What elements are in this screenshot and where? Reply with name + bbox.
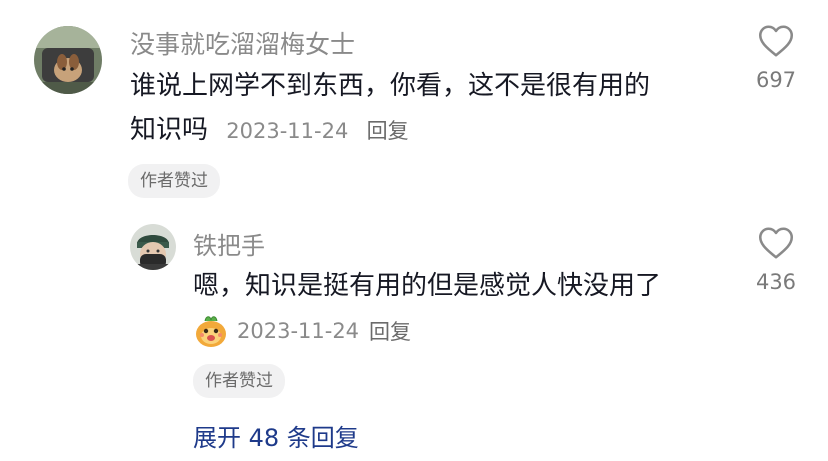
mascot-emoji-icon — [196, 316, 226, 347]
reply-button[interactable]: 回复 — [367, 119, 409, 143]
author-liked-badge: 作者赞过 — [128, 164, 220, 198]
reply-meta: 2023-11-24 回复 — [193, 313, 411, 349]
reply-avatar[interactable] — [130, 224, 176, 270]
comment-text-line: 谁说上网学不到东西，你看，这不是很有用的 — [130, 71, 651, 101]
avatar-image — [34, 26, 102, 94]
comment-text-line: 知识吗 2023-11-24 回复 — [130, 108, 650, 153]
expand-replies-button[interactable]: 展开 48 条回复 — [193, 418, 359, 453]
reply-button[interactable]: 回复 — [369, 316, 411, 346]
like-count: 697 — [755, 68, 797, 92]
avatar-image — [130, 224, 176, 270]
comment-text-tail: 知识吗 — [130, 115, 209, 145]
reply-like-button[interactable]: 436 — [746, 226, 806, 294]
heart-icon — [758, 227, 794, 259]
reply-comment-text: 嗯，知识是挺有用的但是感觉人快没用了 — [193, 271, 662, 301]
avatar[interactable] — [34, 26, 102, 94]
like-count: 436 — [755, 270, 797, 294]
reply-username[interactable]: 铁把手 — [193, 226, 265, 261]
heart-icon — [758, 25, 794, 57]
reply-date: 2023-11-24 — [237, 319, 360, 343]
username[interactable]: 没事就吃溜溜梅女士 — [130, 25, 355, 61]
comment-text: 谁说上网学不到东西，你看，这不是很有用的 知识吗 2023-11-24 回复 — [130, 64, 650, 153]
comment-date: 2023-11-24 — [226, 119, 349, 143]
author-liked-badge: 作者赞过 — [193, 364, 285, 398]
like-button[interactable]: 697 — [746, 24, 806, 92]
